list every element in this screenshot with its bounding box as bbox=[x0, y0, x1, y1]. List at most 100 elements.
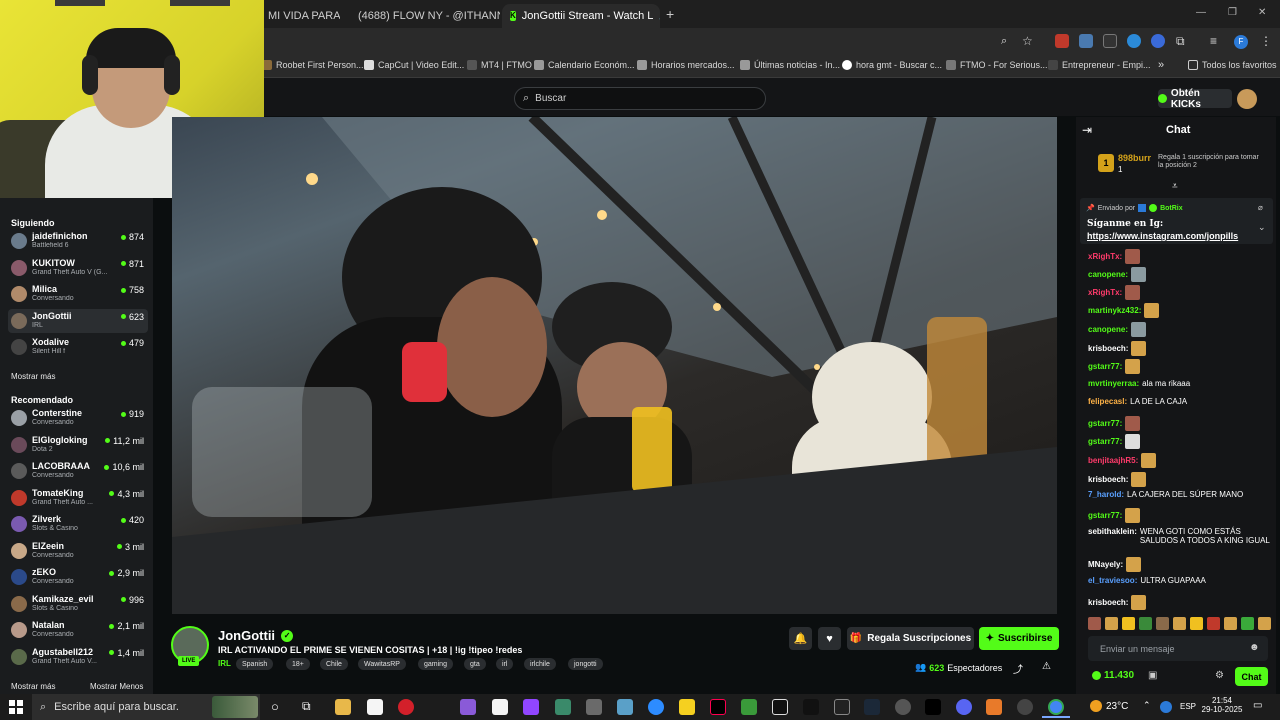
sidebar-channel[interactable]: Xodalive Silent Hill f 479 bbox=[8, 335, 148, 359]
tiktok-icon[interactable] bbox=[710, 699, 726, 715]
quick-emote-icon[interactable] bbox=[1241, 617, 1254, 630]
chat-username[interactable]: canopene: bbox=[1088, 325, 1128, 334]
extension-icon[interactable] bbox=[1127, 34, 1141, 48]
minecraft-icon[interactable] bbox=[741, 699, 757, 715]
capcut-icon[interactable] bbox=[772, 699, 788, 715]
bookmark[interactable]: Calendario Económ... bbox=[534, 60, 635, 70]
file-explorer-icon[interactable] bbox=[335, 699, 351, 715]
chat-username[interactable]: gstarr77: bbox=[1088, 419, 1122, 428]
quick-emote-icon[interactable] bbox=[1139, 617, 1152, 630]
send-chat-button[interactable]: Chat bbox=[1235, 667, 1268, 686]
zoom-app-icon[interactable] bbox=[648, 699, 664, 715]
chat-username[interactable]: mvrtinyerraa: bbox=[1088, 379, 1139, 388]
share-icon[interactable]: ⤴ bbox=[1013, 661, 1023, 676]
audio-icon[interactable]: 🔊 bbox=[659, 11, 660, 22]
chat-username[interactable]: martinykz432: bbox=[1088, 306, 1141, 315]
sidebar-channel[interactable]: Conterstine Conversando 919 bbox=[8, 406, 148, 430]
chat-username[interactable]: xRighTx: bbox=[1088, 288, 1122, 297]
streamer-name[interactable]: JonGottii ✓ bbox=[218, 628, 294, 643]
user-avatar[interactable] bbox=[1237, 89, 1257, 109]
search-input[interactable]: ⌕ Buscar bbox=[514, 87, 766, 110]
bookmark[interactable]: Últimas noticias - In... bbox=[740, 60, 840, 70]
browser-tab-active[interactable]: K JonGottii Stream - Watch L 🔊 ✕ bbox=[502, 4, 660, 28]
stream-tag[interactable]: irlchile bbox=[524, 658, 556, 670]
app-icon[interactable] bbox=[586, 699, 602, 715]
quick-emote-icon[interactable] bbox=[1088, 617, 1101, 630]
chat-username[interactable]: xRighTx: bbox=[1088, 252, 1122, 261]
copilot-icon[interactable] bbox=[460, 699, 476, 715]
chat-rewards-icon[interactable]: ▣ bbox=[1148, 670, 1157, 681]
show-more-following-link[interactable]: Mostrar más bbox=[11, 372, 55, 381]
chat-username[interactable]: gstarr77: bbox=[1088, 437, 1122, 446]
sidebar-channel[interactable]: zEKO Conversando 2,9 mil bbox=[8, 565, 148, 589]
settings-icon[interactable] bbox=[895, 699, 911, 715]
stream-tag[interactable]: irl bbox=[496, 658, 514, 670]
stream-tag[interactable]: jongotti bbox=[568, 658, 603, 670]
windows-start-icon[interactable] bbox=[9, 700, 23, 714]
chat-filter-icon[interactable]: ⩡ bbox=[1172, 181, 1178, 192]
chat-username[interactable]: benjitaajhR5: bbox=[1088, 456, 1138, 465]
subscribe-button[interactable]: ✦ Suscribirse bbox=[979, 627, 1059, 650]
star-icon[interactable]: ☆ bbox=[1022, 34, 1033, 48]
maximize-button[interactable]: ❐ bbox=[1228, 7, 1237, 18]
extension-icon[interactable] bbox=[1079, 34, 1093, 48]
steam-icon[interactable] bbox=[864, 699, 880, 715]
stream-tag[interactable]: Spanish bbox=[236, 658, 274, 670]
quick-emote-icon[interactable] bbox=[1224, 617, 1237, 630]
chat-username[interactable]: el_traviesoo: bbox=[1088, 576, 1137, 585]
browser-tab[interactable]: MI VIDA PARA L ✕ bbox=[260, 4, 340, 28]
quick-emote-icon[interactable] bbox=[1207, 617, 1220, 630]
language-indicator[interactable]: ESP bbox=[1180, 702, 1196, 711]
chevron-down-icon[interactable]: ⌄ bbox=[1258, 222, 1266, 233]
epic-games-icon[interactable] bbox=[834, 699, 850, 715]
get-kicks-button[interactable]: Obtén KICKs bbox=[1158, 88, 1232, 110]
top-gifter-name[interactable]: 898burr bbox=[1118, 153, 1151, 163]
sidebar-channel[interactable]: Natalan Conversando 2,1 mil bbox=[8, 618, 148, 642]
chat-username[interactable]: krisboech: bbox=[1088, 598, 1128, 607]
sidebar-channel[interactable]: jaidefinichon Battlefield 6 874 bbox=[8, 229, 148, 253]
tray-chevron-icon[interactable]: ⌃ bbox=[1143, 700, 1151, 711]
sidebar-channel[interactable]: Zilverk Slots & Casino 420 bbox=[8, 512, 148, 536]
task-view-icon[interactable]: ⧉ bbox=[302, 699, 311, 714]
quick-emote-icon[interactable] bbox=[1105, 617, 1118, 630]
weather-widget[interactable]: 23°C bbox=[1090, 700, 1128, 712]
gift-subs-button[interactable]: 🎁 Regala Suscripciones bbox=[847, 627, 974, 650]
chat-username[interactable]: sebithaklein: bbox=[1088, 527, 1137, 536]
video-player[interactable] bbox=[172, 117, 1057, 614]
app-icon[interactable] bbox=[617, 699, 633, 715]
unpin-icon[interactable]: ⌀ bbox=[1258, 203, 1263, 212]
sidebar-channel[interactable]: Kamikaze_evil Slots & Casino 996 bbox=[8, 592, 148, 616]
stream-tag[interactable]: WawitasRP bbox=[358, 658, 406, 670]
chat-username[interactable]: MNayely: bbox=[1088, 560, 1123, 569]
stream-tag[interactable]: gta bbox=[464, 658, 486, 670]
chat-settings-icon[interactable]: ⚙ bbox=[1215, 670, 1224, 681]
notepad-icon[interactable] bbox=[367, 699, 383, 715]
chat-input[interactable]: Enviar un mensaje bbox=[1088, 636, 1268, 661]
bookmark[interactable]: FTMO - For Serious... bbox=[946, 60, 1048, 70]
x-app-icon[interactable] bbox=[803, 699, 819, 715]
menu-kebab-icon[interactable]: ⋮ bbox=[1260, 34, 1272, 48]
bookmark[interactable]: Entrepreneur - Empi... bbox=[1048, 60, 1151, 70]
quick-emote-icon[interactable] bbox=[1173, 617, 1186, 630]
minimize-button[interactable]: — bbox=[1196, 7, 1206, 18]
app-icon[interactable] bbox=[555, 699, 571, 715]
chat-username[interactable]: canopene: bbox=[1088, 270, 1128, 279]
tiktok-live-icon[interactable] bbox=[925, 699, 941, 715]
document-icon[interactable] bbox=[492, 699, 508, 715]
discord-icon[interactable] bbox=[956, 699, 972, 715]
chrome-icon[interactable] bbox=[1048, 699, 1064, 715]
quick-emote-icon[interactable] bbox=[1122, 617, 1135, 630]
quick-emote-icon[interactable] bbox=[1156, 617, 1169, 630]
opera-icon[interactable] bbox=[398, 699, 414, 715]
report-icon[interactable]: ⚠ bbox=[1042, 661, 1051, 672]
pinned-link[interactable]: https://www.instagram.com/jonpills bbox=[1087, 231, 1238, 241]
stream-tag[interactable]: Chile bbox=[320, 658, 348, 670]
quick-emote-icon[interactable] bbox=[1258, 617, 1271, 630]
sidebar-channel[interactable]: LACOBRAAA Conversando 10,6 mil bbox=[8, 459, 148, 483]
chat-username[interactable]: felipecasl: bbox=[1088, 397, 1127, 406]
notifications-icon[interactable]: ▭ bbox=[1253, 700, 1262, 711]
bookmark[interactable]: Roobet First Person... bbox=[262, 60, 364, 70]
follow-heart-button[interactable]: ♥ bbox=[818, 627, 841, 650]
bookmark[interactable]: Horarios mercados... bbox=[637, 60, 735, 70]
taskbar-clock[interactable]: 21:54 29-10-2025 bbox=[1200, 696, 1244, 714]
